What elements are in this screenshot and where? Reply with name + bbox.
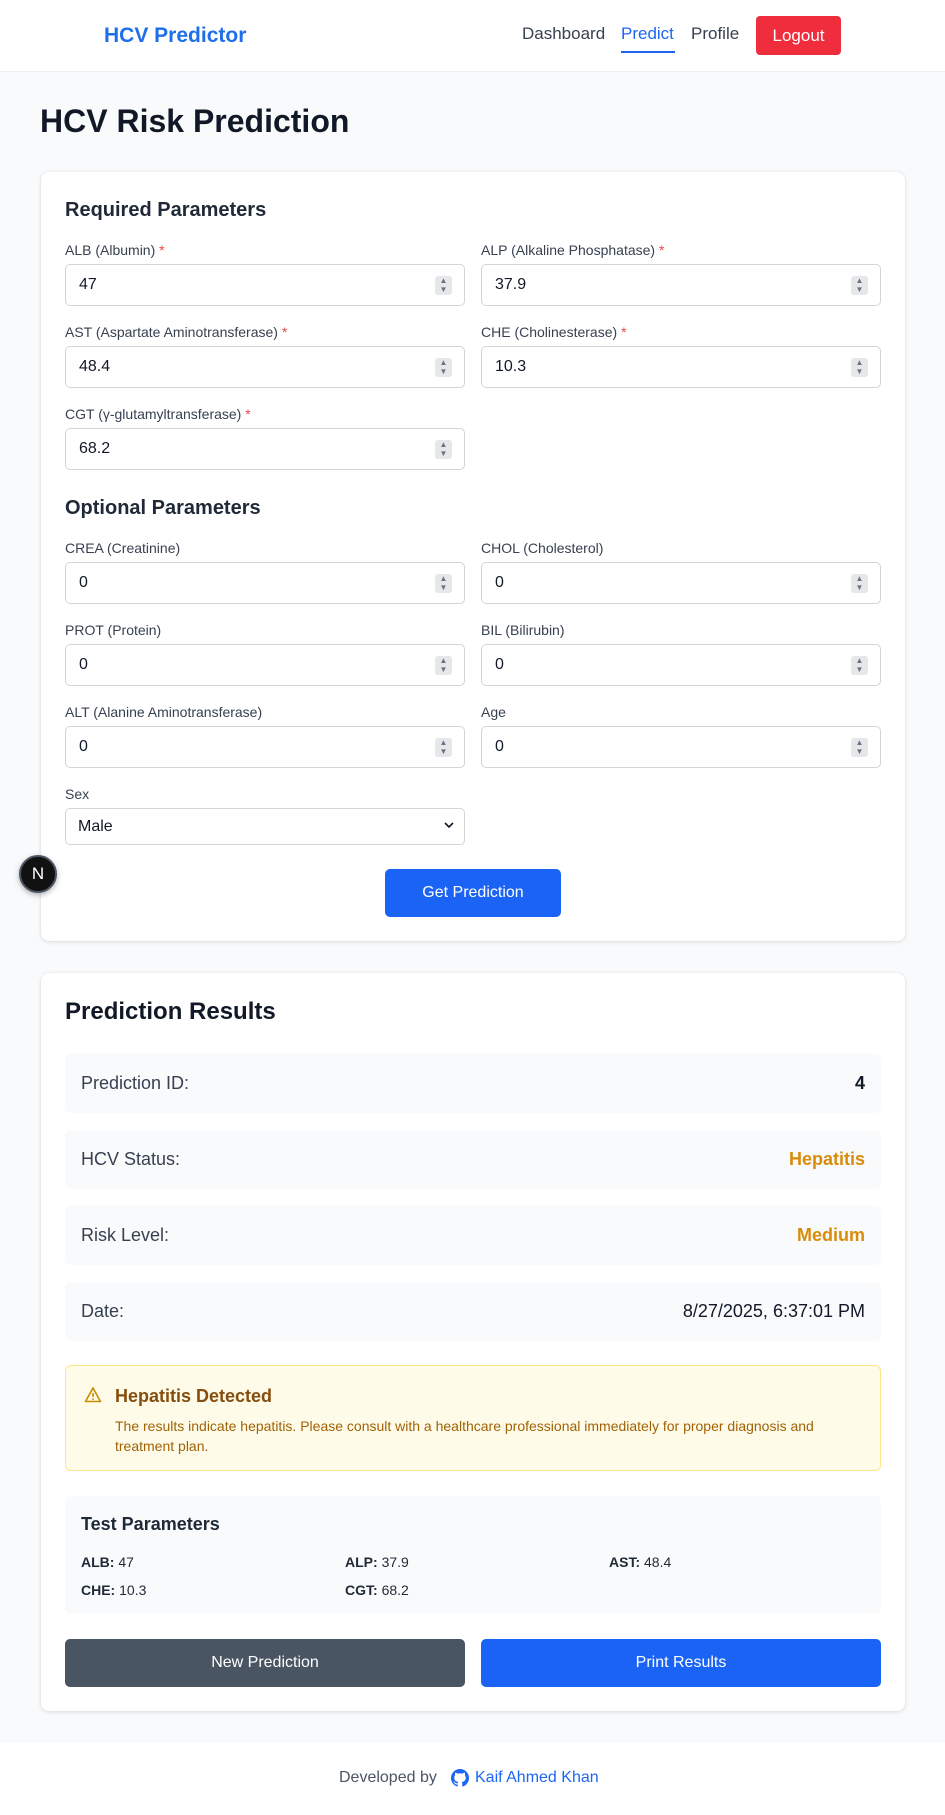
spinner-icon[interactable]: ▲ ▼ xyxy=(851,574,868,593)
ast-label: AST (Aspartate Aminotransferase) * xyxy=(65,324,288,340)
param-che: CHE: 10.3 xyxy=(81,1582,147,1598)
page-title: HCV Risk Prediction xyxy=(40,103,350,139)
alert-title: Hepatitis Detected xyxy=(115,1386,273,1406)
bil-label: BIL (Bilirubin) xyxy=(481,622,565,638)
brand-logo[interactable]: HCV Predictor xyxy=(104,24,246,48)
warning-icon xyxy=(84,1387,102,1403)
alert-text: The results indicate hepatitis. Please c… xyxy=(115,1418,814,1454)
get-prediction-button[interactable]: Get Prediction xyxy=(385,869,561,917)
results-heading: Prediction Results xyxy=(65,998,276,1025)
spinner-icon[interactable]: ▲ ▼ xyxy=(851,276,868,295)
prediction-results-card: Prediction Results Prediction ID: 4 HCV … xyxy=(41,973,905,1711)
spinner-icon[interactable]: ▲ ▼ xyxy=(435,440,452,459)
alt-label: ALT (Alanine Aminotransferase) xyxy=(65,704,263,720)
che-input[interactable]: 10.3 ▲ ▼ xyxy=(481,346,881,388)
status-badge: Hepatitis xyxy=(788,1149,865,1169)
result-row-risk-level: Risk Level: Medium xyxy=(65,1206,881,1265)
param-alp: ALP: 37.9 xyxy=(345,1554,409,1570)
prot-input[interactable]: 0 ▲ ▼ xyxy=(65,644,465,686)
crea-input[interactable]: 0 ▲ ▼ xyxy=(65,562,465,604)
test-parameters-box: Test Parameters ALB: 47 ALP: 37.9 AST: 4… xyxy=(65,1496,881,1614)
param-ast: AST: 48.4 xyxy=(609,1554,672,1570)
param-cgt: CGT: 68.2 xyxy=(345,1582,409,1598)
result-row-prediction-id: Prediction ID: 4 xyxy=(65,1054,881,1113)
n-badge-button[interactable]: N xyxy=(19,855,57,893)
spinner-icon[interactable]: ▲ ▼ xyxy=(851,738,868,757)
active-nav-indicator xyxy=(621,51,675,53)
ast-input[interactable]: 48.4 ▲ ▼ xyxy=(65,346,465,388)
logout-button[interactable]: Logout xyxy=(756,16,841,55)
cgt-label: CGT (γ-glutamyltransferase) * xyxy=(65,406,251,422)
alb-label: ALB (Albumin) * xyxy=(65,242,165,258)
risk-badge: Medium xyxy=(796,1225,865,1245)
chol-input[interactable]: 0 ▲ ▼ xyxy=(481,562,881,604)
spinner-icon[interactable]: ▲ ▼ xyxy=(435,358,452,377)
result-row-hcv-status: HCV Status: Hepatitis xyxy=(65,1130,881,1189)
optional-parameters-heading: Optional Parameters xyxy=(65,497,261,519)
new-prediction-button[interactable]: New Prediction xyxy=(65,1639,465,1687)
param-alb: ALB: 47 xyxy=(81,1554,134,1570)
age-label: Age xyxy=(481,704,506,720)
alp-label: ALP (Alkaline Phosphatase) * xyxy=(481,242,665,258)
required-parameters-heading: Required Parameters xyxy=(65,199,267,221)
spinner-icon[interactable]: ▲ ▼ xyxy=(435,276,452,295)
spinner-icon[interactable]: ▲ ▼ xyxy=(851,358,868,377)
spinner-icon[interactable]: ▲ ▼ xyxy=(851,656,868,675)
result-row-date: Date: 8/27/2025, 6:37:01 PM xyxy=(65,1282,881,1341)
print-results-button[interactable]: Print Results xyxy=(481,1639,881,1687)
sex-select[interactable]: Male xyxy=(65,808,465,845)
chol-label: CHOL (Cholesterol) xyxy=(481,540,604,556)
bil-input[interactable]: 0 ▲ ▼ xyxy=(481,644,881,686)
footer-text: Developed by xyxy=(339,1769,437,1786)
github-icon xyxy=(451,1769,469,1787)
hepatitis-alert: Hepatitis Detected The results indicate … xyxy=(65,1365,881,1471)
sex-label: Sex xyxy=(65,786,90,802)
footer: Developed by Kaif Ahmed Khan xyxy=(0,1743,945,1815)
spinner-icon[interactable]: ▲ ▼ xyxy=(435,574,452,593)
nav-predict[interactable]: Predict xyxy=(621,24,674,44)
author-link[interactable]: Kaif Ahmed Khan xyxy=(475,1769,599,1787)
alp-input[interactable]: 37.9 ▲ ▼ xyxy=(481,264,881,306)
spinner-icon[interactable]: ▲ ▼ xyxy=(435,656,452,675)
age-input[interactable]: 0 ▲ ▼ xyxy=(481,726,881,768)
alb-input[interactable]: 47 ▲ ▼ xyxy=(65,264,465,306)
alt-input[interactable]: 0 ▲ ▼ xyxy=(65,726,465,768)
crea-label: CREA (Creatinine) xyxy=(65,540,181,556)
test-parameters-heading: Test Parameters xyxy=(81,1514,220,1534)
spinner-icon[interactable]: ▲ ▼ xyxy=(435,738,452,757)
chevron-down-icon xyxy=(444,822,454,829)
nav-dashboard[interactable]: Dashboard xyxy=(522,24,605,44)
che-label: CHE (Cholinesterase) * xyxy=(481,324,627,340)
prediction-form-card: Required Parameters ALB (Albumin) * 47 ▲… xyxy=(41,172,905,941)
cgt-input[interactable]: 68.2 ▲ ▼ xyxy=(65,428,465,470)
nav-profile[interactable]: Profile xyxy=(691,24,739,44)
top-navbar: HCV Predictor Dashboard Predict Profile … xyxy=(0,0,945,72)
prot-label: PROT (Protein) xyxy=(65,622,162,638)
